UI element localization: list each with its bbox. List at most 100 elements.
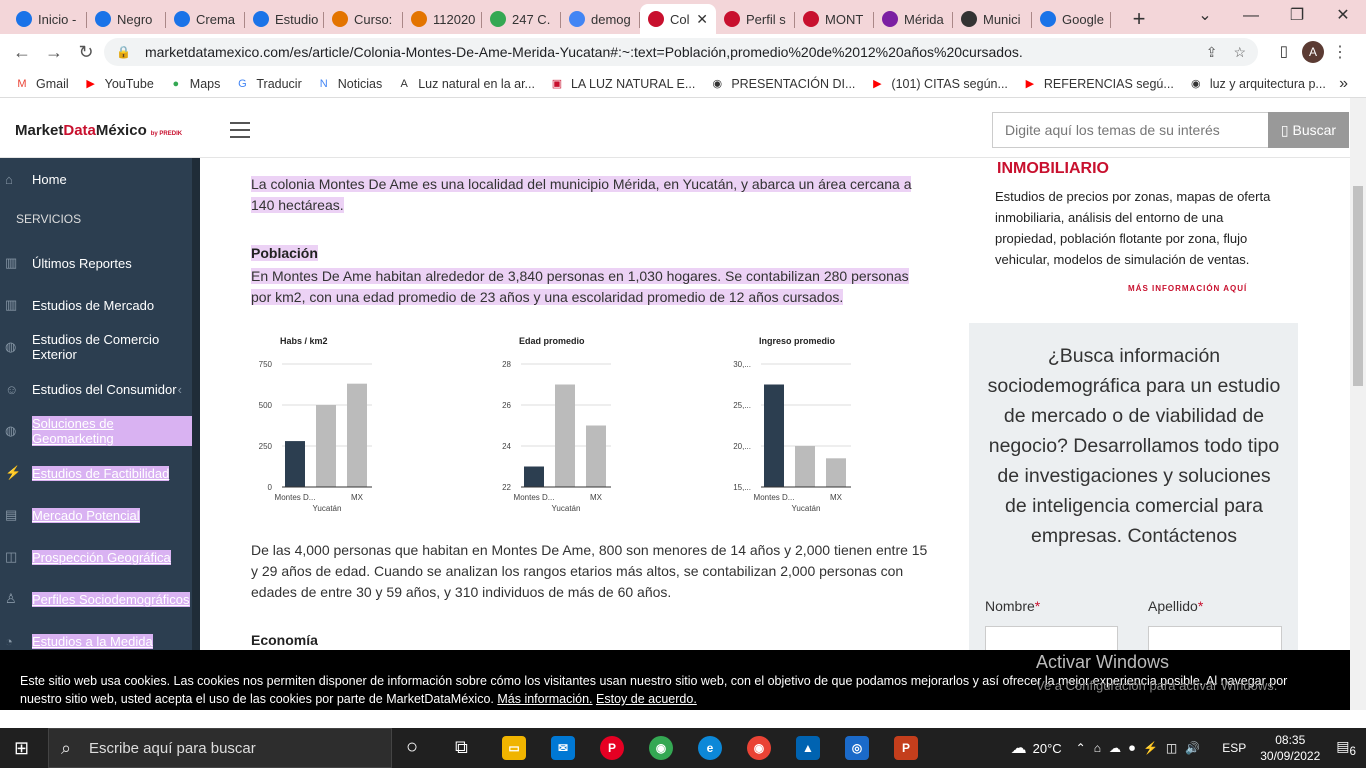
chrome-profile-icon[interactable]: ◉: [747, 736, 771, 760]
sidebar-item[interactable]: ♙ Perfiles Sociodemográficos: [0, 584, 192, 614]
forward-button[interactable]: →: [38, 42, 70, 63]
more-info-link[interactable]: MÁS INFORMACIÓN AQUÍ: [1128, 284, 1247, 293]
page-scrollbar[interactable]: [1350, 98, 1366, 710]
tab-label: Munici: [983, 11, 1021, 27]
back-button[interactable]: ←: [6, 42, 38, 63]
side-panel-icon[interactable]: ▯: [1280, 42, 1288, 60]
bookmark-item[interactable]: G Traducir: [234, 76, 302, 92]
browser-tab[interactable]: Inicio -: [8, 4, 87, 34]
bookmark-item[interactable]: A Luz natural en la ar...: [396, 76, 535, 92]
bookmark-icon: ◉: [712, 77, 723, 90]
hamburger-menu-icon[interactable]: [230, 122, 250, 143]
share-icon[interactable]: ⇪: [1206, 44, 1218, 61]
avatar[interactable]: A: [1302, 41, 1324, 63]
bookmark-item[interactable]: ▶ (101) CITAS según...: [869, 76, 1008, 92]
photos-icon[interactable]: ▲: [796, 736, 820, 760]
tab-close-icon[interactable]: ✕: [696, 11, 708, 28]
windows-start-icon[interactable]: ⊞: [14, 738, 29, 759]
bookmark-item[interactable]: N Noticias: [316, 76, 382, 92]
bookmark-item[interactable]: ● Maps: [168, 76, 220, 92]
bookmark-item[interactable]: ▣ LA LUZ NATURAL E...: [549, 76, 696, 92]
taskbar-search[interactable]: ⌕ Escribe aquí para buscar: [48, 728, 392, 768]
browser-tab[interactable]: demog: [561, 4, 640, 34]
app-icon[interactable]: ◎: [845, 736, 869, 760]
sidebar-item[interactable]: ◫ Prospección Geográfica: [0, 542, 192, 572]
tab-favicon-icon: [803, 11, 819, 27]
language-indicator[interactable]: ESP: [1222, 741, 1246, 755]
maximize-button[interactable]: ❐: [1274, 0, 1320, 34]
bookmark-item[interactable]: M Gmail: [14, 76, 68, 92]
sidebar-item[interactable]: ▥ Últimos Reportes: [0, 248, 192, 278]
lock-icon[interactable]: 🔒: [116, 45, 131, 59]
sidebar-item[interactable]: ◍ Estudios de Comercio Exterior: [0, 332, 192, 362]
bookmark-item[interactable]: ◉ luz y arquitectura p...: [1188, 76, 1326, 92]
pinterest-icon[interactable]: P: [600, 736, 624, 760]
reload-button[interactable]: ↻: [70, 42, 102, 63]
site-logo[interactable]: MarketDataMéxico by PREDIK: [15, 122, 182, 139]
tab-bar: Inicio - Negro Crema Estudio Curso: 112020 247…: [0, 0, 1366, 34]
address-bar: ← → ↻ 🔒 marketdatamexico.com/es/article/…: [0, 34, 1366, 70]
chart-title: Ingreso promedio: [759, 336, 836, 346]
bookmark-star-icon[interactable]: ☆: [1233, 44, 1246, 61]
tab-favicon-icon: [411, 11, 427, 27]
browser-tab[interactable]: 247 C.: [482, 4, 561, 34]
bookmarks-overflow-icon[interactable]: »: [1339, 75, 1348, 93]
browser-tab[interactable]: Crema: [166, 4, 245, 34]
site-search-button[interactable]: ▯ Buscar: [1268, 112, 1349, 148]
bookmark-item[interactable]: ▶ REFERENCIAS segú...: [1022, 76, 1174, 92]
weather-temp[interactable]: 20°C: [1033, 741, 1062, 756]
sidebar-item-icon: ◍: [5, 423, 17, 438]
cookie-accept-link[interactable]: Estoy de acuerdo.: [596, 692, 697, 706]
weather-icon[interactable]: ☁: [1011, 738, 1027, 758]
tray-icons[interactable]: ⌃⌂☁⏺⚡◫🔊: [1076, 741, 1209, 756]
new-tab-button[interactable]: +: [1119, 4, 1159, 34]
article-content: La colonia Montes De Ame es una localida…: [200, 158, 952, 710]
file-explorer-icon[interactable]: ▭: [502, 736, 526, 760]
mail-icon[interactable]: ✉: [551, 736, 575, 760]
home-icon: ⌂: [5, 171, 13, 187]
browser-tab[interactable]: Perfil s: [716, 4, 795, 34]
tab-label: Inicio -: [38, 11, 77, 27]
browser-tab[interactable]: Google: [1032, 4, 1111, 34]
cortana-icon[interactable]: ○: [406, 736, 418, 759]
browser-tab[interactable]: 112020: [403, 4, 482, 34]
browser-tab[interactable]: Mérida: [874, 4, 953, 34]
site-search-input[interactable]: Digite aquí los temas de su interés: [992, 112, 1269, 148]
sidebar-item[interactable]: ▥ Estudios de Mercado: [0, 290, 192, 320]
cookie-more-info-link[interactable]: Más información.: [497, 692, 592, 706]
site-header: MarketDataMéxico by PREDIK Digite aquí lo…: [0, 98, 1352, 158]
tab-favicon-icon: [961, 11, 977, 27]
bookmark-item[interactable]: ▶ YouTube: [83, 76, 153, 92]
browser-tab[interactable]: Negro: [87, 4, 166, 34]
minimize-button[interactable]: —: [1228, 0, 1274, 34]
sidebar-item-icon: ⚡: [5, 465, 22, 480]
url-bar[interactable]: 🔒 marketdatamexico.com/es/article/Coloni…: [104, 38, 1258, 66]
taskbar: ⊞ ⌕ Escribe aquí para buscar ○ ⧉ ▭ ✉ P ◉ …: [0, 728, 1366, 768]
notification-icon[interactable]: ▤6: [1336, 738, 1356, 758]
menu-icon[interactable]: ⋮: [1332, 42, 1348, 62]
sidebar-scrollbar[interactable]: [192, 158, 200, 710]
chrome-icon[interactable]: ◉: [649, 736, 673, 760]
page-scrollbar-thumb[interactable]: [1353, 186, 1363, 386]
browser-tab[interactable]: Col ✕: [640, 4, 716, 34]
browser-tab[interactable]: Munici: [953, 4, 1032, 34]
sidebar-item[interactable]: ◍ Soluciones de Geomarketing: [0, 416, 192, 446]
task-view-icon[interactable]: ⧉: [455, 737, 468, 758]
sidebar-item-label: Estudios de Mercado: [32, 297, 155, 313]
sidebar-item[interactable]: ▤ Mercado Potencial: [0, 500, 192, 530]
clock[interactable]: 08:35 30/09/2022: [1260, 732, 1320, 764]
bookmark-item[interactable]: ◉ PRESENTACIÓN DI...: [709, 76, 856, 92]
browser-tab[interactable]: Curso:: [324, 4, 403, 34]
sidebar-item-home[interactable]: ⌂ Home: [0, 164, 192, 194]
sidebar-item[interactable]: ⚡ Estudios de Factibilidad: [0, 458, 192, 488]
close-window-button[interactable]: ✕: [1320, 0, 1366, 34]
tab-search-icon[interactable]: ⌄: [1182, 0, 1228, 34]
tab-label: Google: [1062, 11, 1104, 27]
browser-tab[interactable]: Estudio: [245, 4, 324, 34]
browser-tab[interactable]: MONT: [795, 4, 874, 34]
tab-favicon-icon: [724, 11, 740, 27]
edge-icon[interactable]: e: [698, 736, 722, 760]
sidebar-item[interactable]: ☺ Estudios del Consumidor ‹: [0, 374, 192, 404]
powerpoint-icon[interactable]: P: [894, 736, 918, 760]
tab-favicon-icon: [490, 11, 506, 27]
